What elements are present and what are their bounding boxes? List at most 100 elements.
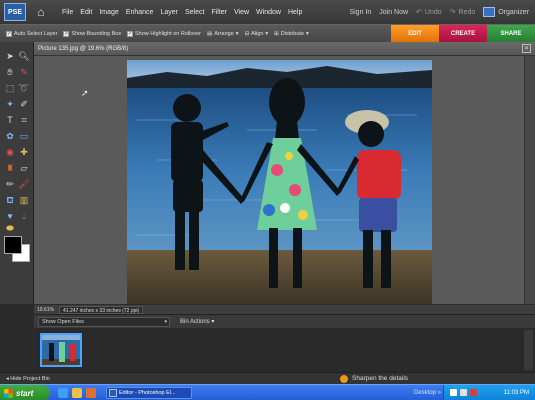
redo-label: Redo xyxy=(458,8,476,16)
red-eye-tool-icon[interactable]: ◉ xyxy=(4,146,16,158)
paint-bucket-tool-icon[interactable]: ⛾ xyxy=(4,194,16,206)
pencil-tool-icon[interactable]: ✏︎ xyxy=(4,178,16,190)
crop-tool-icon[interactable]: ⌗ xyxy=(18,114,30,126)
menu-help[interactable]: Help xyxy=(288,9,302,16)
desktop-toolbar[interactable]: Desktop » xyxy=(414,385,441,400)
windows-logo-icon xyxy=(4,388,13,398)
chevron-down-icon: ▾ xyxy=(265,30,269,37)
show-open-files-select[interactable]: Show Open Files ▾ xyxy=(38,316,170,327)
hand-tool-icon[interactable]: ✋︎ xyxy=(4,66,16,78)
menu-edit[interactable]: Edit xyxy=(80,9,92,16)
foreground-color-swatch[interactable] xyxy=(4,236,22,254)
bin-thumbnail[interactable] xyxy=(40,333,82,367)
brush-tool-icon[interactable]: 🖌︎ xyxy=(18,178,30,190)
mouse-cursor-icon: ➚ xyxy=(81,88,89,98)
quick-selection-tool-icon[interactable]: ✐ xyxy=(18,98,30,110)
checkbox-icon[interactable]: ✓ xyxy=(63,30,70,37)
vertical-scrollbar[interactable] xyxy=(524,56,535,304)
eraser-tool-icon[interactable]: ▱ xyxy=(18,162,30,174)
media-player-icon[interactable] xyxy=(86,388,96,398)
document-title: Picture 135.jpg @ 19.6% (RGB/8) xyxy=(38,46,129,52)
shape-tool-icon[interactable]: ♥ xyxy=(4,210,16,222)
join-now-link[interactable]: Join Now xyxy=(379,9,408,16)
menu-window[interactable]: Window xyxy=(256,9,281,16)
eyedropper-tool-icon[interactable]: ✎ xyxy=(18,66,30,78)
straighten-tool-icon[interactable]: ▭ xyxy=(18,130,30,142)
auto-select-layer-option[interactable]: ✓ Auto Select Layer xyxy=(6,30,58,37)
checkbox-icon[interactable]: ✓ xyxy=(6,30,12,37)
tab-share[interactable]: SHARE xyxy=(487,25,535,43)
bin-actions-label: Bin Actions xyxy=(180,319,210,325)
menu-layer[interactable]: Layer xyxy=(160,9,178,16)
tab-create[interactable]: CREATE xyxy=(439,25,487,43)
checkbox-icon[interactable]: ✓ xyxy=(126,30,133,37)
undo-button[interactable]: ↶ Undo xyxy=(416,8,442,17)
redo-button[interactable]: ↷ Redo xyxy=(450,8,476,17)
type-tool-icon[interactable]: T xyxy=(4,114,16,126)
menu-filter[interactable]: Filter xyxy=(211,9,227,16)
network-icon[interactable] xyxy=(450,389,457,396)
blur-tool-icon[interactable]: 💧︎ xyxy=(18,210,30,222)
menu-view[interactable]: View xyxy=(234,9,249,16)
lasso-tool-icon[interactable]: ➰ xyxy=(18,82,30,94)
project-bin xyxy=(34,328,535,372)
distribute-label: Distribute xyxy=(280,30,305,37)
close-icon[interactable]: ✕ xyxy=(522,44,531,53)
show-highlight-label: Show Highlight on Rollover xyxy=(134,30,202,37)
internet-explorer-icon[interactable] xyxy=(58,388,68,398)
align-icon: ⊟ xyxy=(244,30,250,37)
sponge-tool-icon[interactable]: ⬬ xyxy=(4,222,16,234)
show-bounding-box-label: Show Bounding Box xyxy=(71,30,121,37)
account-controls: Sign In Join Now ↶ Undo ↷ Redo Organizer xyxy=(349,0,529,24)
document-size-info: 41.247 inches x 33 inches (72 ppi) xyxy=(59,305,144,314)
windows-taskbar: start Editor - Photoshop El... Desktop »… xyxy=(0,384,535,400)
folder-icon[interactable] xyxy=(72,388,82,398)
volume-icon[interactable] xyxy=(460,389,467,396)
lightbulb-icon xyxy=(340,375,348,383)
bin-actions-menu[interactable]: Bin Actions ▾ xyxy=(180,318,214,325)
arrange-icon: ▤ xyxy=(207,30,213,37)
show-highlight-option[interactable]: ✓ Show Highlight on Rollover xyxy=(126,30,202,37)
security-icon[interactable] xyxy=(470,389,477,396)
arrange-label: Arrange xyxy=(214,30,234,37)
mode-tabs: EDIT CREATE SHARE xyxy=(391,25,535,43)
magic-wand-tool-icon[interactable]: ✦ xyxy=(4,98,16,110)
distribute-button[interactable]: ⊞ Distribute ▾ xyxy=(274,31,309,37)
organizer-icon xyxy=(483,7,496,17)
undo-icon: ↶ xyxy=(416,9,422,16)
organizer-button[interactable]: Organizer xyxy=(483,7,529,17)
home-icon[interactable]: ⌂ xyxy=(34,5,48,19)
taskbar-item-label: Editor - Photoshop El... xyxy=(119,390,176,396)
auto-select-layer-label: Auto Select Layer xyxy=(14,30,58,37)
photoshop-elements-window: PSE ⌂ File Edit Image Enhance Layer Sele… xyxy=(0,0,535,400)
marquee-tool-icon[interactable]: ⬚ xyxy=(4,82,16,94)
arrange-button[interactable]: ▤ Arrange ▾ xyxy=(207,31,239,37)
start-button[interactable]: start xyxy=(0,385,50,400)
menu-enhance[interactable]: Enhance xyxy=(126,9,154,16)
start-label: start xyxy=(16,388,34,398)
bin-scrollbar[interactable] xyxy=(524,330,533,370)
taskbar-item-photoshop[interactable]: Editor - Photoshop El... xyxy=(106,387,192,399)
photo-image[interactable] xyxy=(127,60,432,304)
distribute-icon: ⊞ xyxy=(274,30,279,37)
move-tool-icon[interactable]: ➤ xyxy=(4,50,16,62)
gradient-tool-icon[interactable]: ▥ xyxy=(18,194,30,206)
cookie-cutter-tool-icon[interactable]: ✿ xyxy=(4,130,16,142)
desktop-label: Desktop xyxy=(414,390,437,396)
zoom-level[interactable]: 19.61% xyxy=(37,307,59,313)
align-button[interactable]: ⊟ Align ▾ xyxy=(245,31,269,37)
zoom-tool-icon[interactable]: 🔍︎ xyxy=(18,50,30,62)
show-bounding-box-option[interactable]: ✓ Show Bounding Box xyxy=(63,30,121,37)
photoshop-icon xyxy=(109,389,117,397)
undo-label: Undo xyxy=(424,8,442,16)
healing-brush-tool-icon[interactable]: ✚ xyxy=(18,146,30,158)
clone-stamp-tool-icon[interactable]: ♜ xyxy=(4,162,16,174)
menu-file[interactable]: File xyxy=(62,9,73,16)
system-tray: 11:03 PM xyxy=(443,385,535,400)
main-menu: File Edit Image Enhance Layer Select Fil… xyxy=(62,9,302,16)
sign-in-link[interactable]: Sign In xyxy=(349,9,371,16)
document-status-bar: 19.61% 41.247 inches x 33 inches (72 ppi… xyxy=(34,304,535,314)
menu-image[interactable]: Image xyxy=(99,9,118,16)
menu-select[interactable]: Select xyxy=(185,9,204,16)
tab-edit[interactable]: EDIT xyxy=(391,25,439,43)
